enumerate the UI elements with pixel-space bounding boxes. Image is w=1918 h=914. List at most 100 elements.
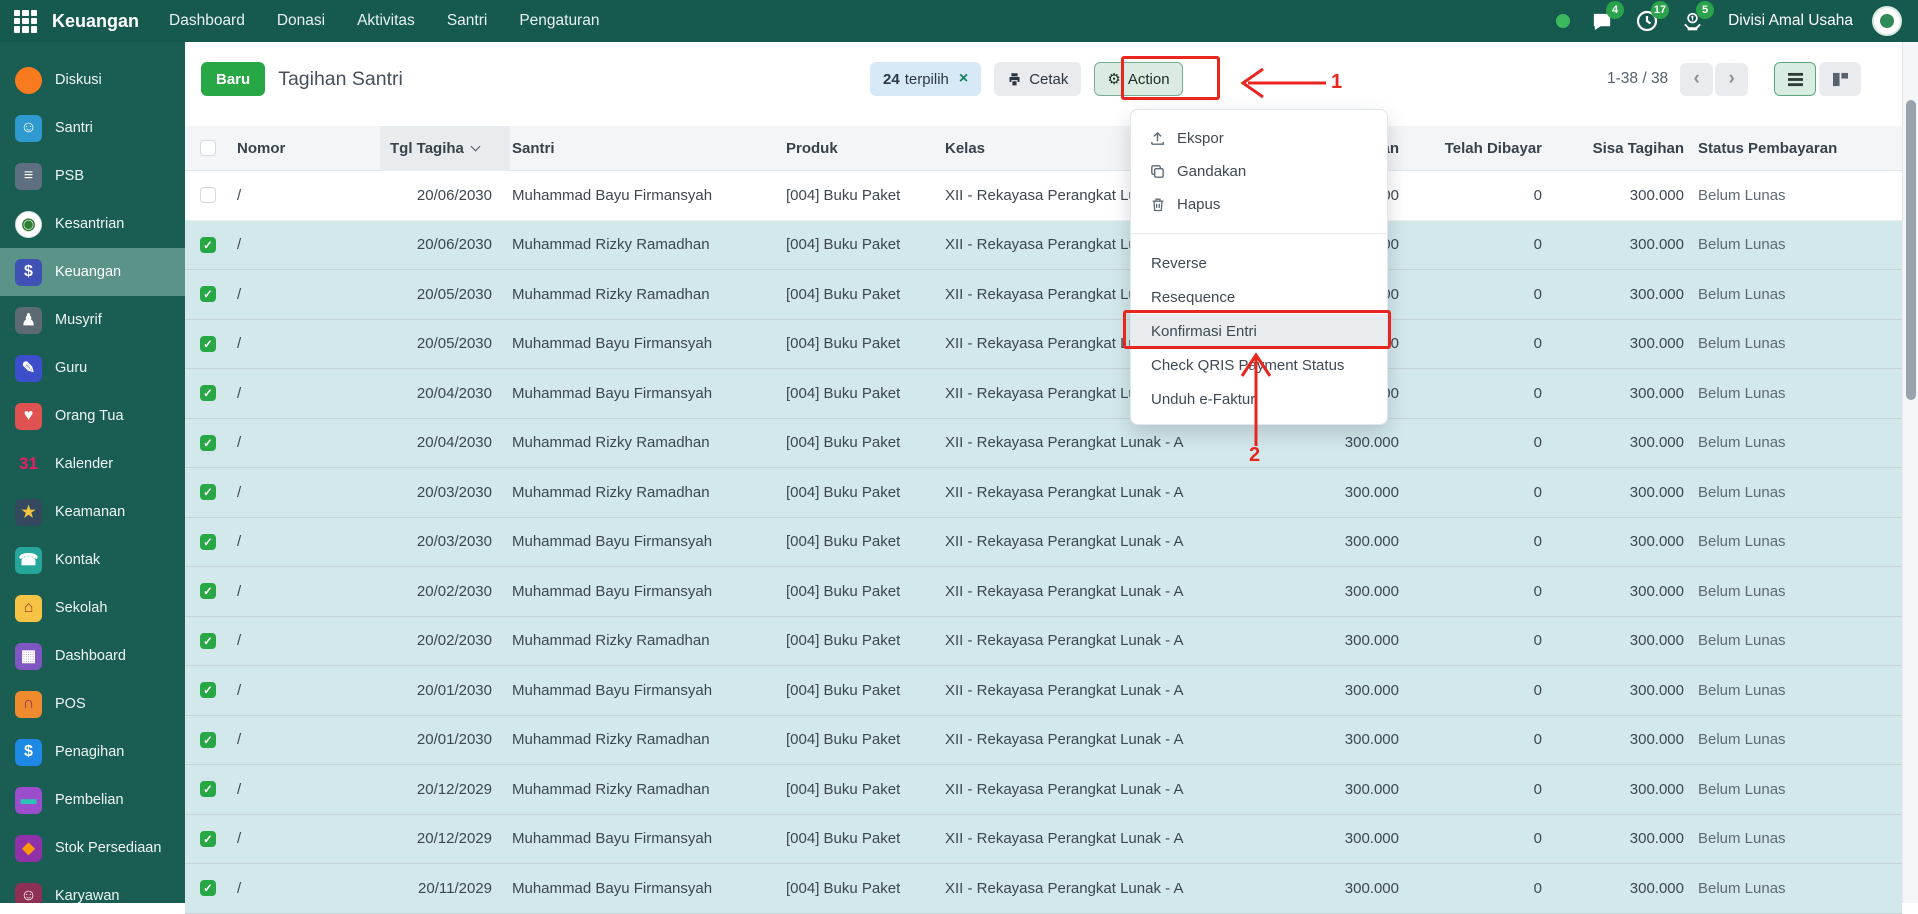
sidebar-item-pembelian[interactable]: ▬Pembelian [0, 776, 185, 824]
sidebar-item-santri[interactable]: ☺Santri [0, 104, 185, 152]
cell-nomor: / [225, 830, 380, 847]
chat-icon[interactable]: 4 [1589, 8, 1615, 34]
action-menu-item-check-qris-payment-status[interactable]: Check QRIS Payment Status [1131, 348, 1387, 382]
sidebar-item-pos[interactable]: ∩POS [0, 680, 185, 728]
column-header-nomor[interactable]: Nomor [225, 140, 380, 157]
table-row[interactable]: ✓/20/12/2029Muhammad Bayu Firmansyah[004… [185, 815, 1902, 865]
prev-page-button[interactable]: ‹ [1680, 63, 1713, 96]
action-label: Action [1128, 71, 1170, 88]
clear-selection-icon[interactable]: × [959, 70, 968, 88]
table-row[interactable]: ✓/20/06/2030Muhammad Rizky Ramadhan[004]… [185, 221, 1902, 271]
table-row[interactable]: ✓/20/01/2030Muhammad Rizky Ramadhan[004]… [185, 716, 1902, 766]
sidebar-item-karyawan[interactable]: ☺Karyawan [0, 872, 185, 903]
row-checkbox[interactable]: ✓ [200, 336, 216, 352]
row-checkbox[interactable]: ✓ [200, 484, 216, 500]
teacher-icon: ✎ [15, 355, 42, 382]
sidebar-item-kesantrian[interactable]: ◉Kesantrian [0, 200, 185, 248]
kanban-view-button[interactable] [1819, 62, 1861, 96]
cell-tgl: 20/03/2030 [380, 533, 510, 550]
row-checkbox[interactable]: ✓ [200, 781, 216, 797]
user-avatar[interactable] [1872, 6, 1902, 36]
table-body: /20/06/2030Muhammad Bayu Firmansyah[004]… [185, 171, 1902, 914]
cell-santri: Muhammad Rizky Ramadhan [510, 781, 770, 798]
sidebar-item-stok-persediaan[interactable]: ◆Stok Persediaan [0, 824, 185, 872]
row-checkbox[interactable]: ✓ [200, 385, 216, 401]
table-row[interactable]: ✓/20/04/2030Muhammad Rizky Ramadhan[004]… [185, 419, 1902, 469]
vertical-scrollbar[interactable] [1902, 42, 1918, 903]
sidebar-item-musyrif[interactable]: ♟Musyrif [0, 296, 185, 344]
sidebar-item-orang-tua[interactable]: ♥Orang Tua [0, 392, 185, 440]
row-checkbox[interactable]: ✓ [200, 286, 216, 302]
payment-icon[interactable]: 5 [1679, 8, 1705, 34]
cell-dibayar: 0 [1403, 187, 1546, 204]
table-row[interactable]: ✓/20/12/2029Muhammad Rizky Ramadhan[004]… [185, 765, 1902, 815]
print-button[interactable]: Cetak [994, 62, 1081, 96]
table-row[interactable]: ✓/20/02/2030Muhammad Bayu Firmansyah[004… [185, 567, 1902, 617]
column-header-produk[interactable]: Produk [770, 140, 930, 157]
column-header-dibayar[interactable]: Telah Dibayar [1403, 140, 1546, 157]
cell-nomor: / [225, 781, 380, 798]
row-checkbox[interactable]: ✓ [200, 435, 216, 451]
table-row[interactable]: ✓/20/03/2030Muhammad Bayu Firmansyah[004… [185, 518, 1902, 568]
sidebar-item-guru[interactable]: ✎Guru [0, 344, 185, 392]
sidebar-item-sekolah[interactable]: ⌂Sekolah [0, 584, 185, 632]
contact-icon: ☎ [15, 547, 42, 574]
action-menu-item-gandakan[interactable]: Gandakan [1131, 155, 1387, 188]
sidebar-item-penagihan[interactable]: $Penagihan [0, 728, 185, 776]
row-checkbox[interactable]: ✓ [200, 633, 216, 649]
row-checkbox[interactable] [200, 187, 216, 203]
scrollbar-thumb[interactable] [1906, 100, 1916, 400]
sidebar-item-keamanan[interactable]: ★Keamanan [0, 488, 185, 536]
nav-item-aktivitas[interactable]: Aktivitas [357, 12, 415, 30]
table-row[interactable]: ✓/20/05/2030Muhammad Bayu Firmansyah[004… [185, 320, 1902, 370]
new-button[interactable]: Baru [201, 62, 265, 96]
row-checkbox[interactable]: ✓ [200, 831, 216, 847]
table-row[interactable]: /20/06/2030Muhammad Bayu Firmansyah[004]… [185, 171, 1902, 221]
table-row[interactable]: ✓/20/01/2030Muhammad Bayu Firmansyah[004… [185, 666, 1902, 716]
table-row[interactable]: ✓/20/11/2029Muhammad Bayu Firmansyah[004… [185, 864, 1902, 914]
row-checkbox[interactable]: ✓ [200, 583, 216, 599]
action-menu-item-resequence[interactable]: Resequence [1131, 280, 1387, 314]
table-row[interactable]: ✓/20/04/2030Muhammad Bayu Firmansyah[004… [185, 369, 1902, 419]
column-header-tgl[interactable]: Tgl Tagiha [380, 126, 510, 171]
action-menu-item-unduh-e-faktur[interactable]: Unduh e-Faktur [1131, 382, 1387, 416]
row-checkbox[interactable]: ✓ [200, 880, 216, 896]
sidebar-item-psb[interactable]: ≡PSB [0, 152, 185, 200]
table-row[interactable]: ✓/20/05/2030Muhammad Rizky Ramadhan[004]… [185, 270, 1902, 320]
selected-count: 24 [883, 71, 900, 88]
table-row[interactable]: ✓/20/02/2030Muhammad Rizky Ramadhan[004]… [185, 617, 1902, 667]
action-menu-item-ekspor[interactable]: Ekspor [1131, 122, 1387, 155]
table-row[interactable]: ✓/20/03/2030Muhammad Rizky Ramadhan[004]… [185, 468, 1902, 518]
cell-produk: [004] Buku Paket [770, 236, 930, 253]
row-checkbox[interactable]: ✓ [200, 732, 216, 748]
activity-clock-icon[interactable]: 17 [1634, 8, 1660, 34]
row-checkbox[interactable]: ✓ [200, 237, 216, 253]
nav-item-dashboard[interactable]: Dashboard [169, 12, 245, 30]
next-page-button[interactable]: › [1715, 63, 1748, 96]
action-menu-item-reverse[interactable]: Reverse [1131, 246, 1387, 280]
calendar-icon: 31 [15, 451, 42, 478]
action-menu-item-hapus[interactable]: Hapus [1131, 188, 1387, 221]
select-all-checkbox[interactable] [200, 140, 216, 156]
sidebar-item-kontak[interactable]: ☎Kontak [0, 536, 185, 584]
nav-item-pengaturan[interactable]: Pengaturan [519, 12, 599, 30]
action-button[interactable]: ⚙ Action [1094, 62, 1182, 96]
app-title[interactable]: Keuangan [52, 11, 139, 32]
cell-status: Belum Lunas [1688, 731, 1902, 748]
user-division-label[interactable]: Divisi Amal Usaha [1728, 12, 1853, 30]
sidebar-item-kalender[interactable]: 31Kalender [0, 440, 185, 488]
sidebar-item-diskusi[interactable]: Diskusi [0, 56, 185, 104]
row-checkbox[interactable]: ✓ [200, 534, 216, 550]
app-launcher-grid-icon[interactable] [14, 10, 37, 33]
list-view-button[interactable] [1774, 62, 1816, 96]
column-header-santri[interactable]: Santri [510, 140, 770, 157]
sidebar-item-keuangan[interactable]: $Keuangan [0, 248, 185, 296]
row-checkbox[interactable]: ✓ [200, 682, 216, 698]
nav-item-santri[interactable]: Santri [447, 12, 488, 30]
column-header-status[interactable]: Status Pembayaran [1688, 140, 1902, 157]
column-header-sisa[interactable]: Sisa Tagihan [1546, 140, 1688, 157]
sidebar-item-dashboard[interactable]: ▦Dashboard [0, 632, 185, 680]
nav-item-donasi[interactable]: Donasi [277, 12, 325, 30]
cell-tgl: 20/02/2030 [380, 632, 510, 649]
action-menu-item-konfirmasi-entri[interactable]: Konfirmasi Entri [1131, 314, 1387, 348]
